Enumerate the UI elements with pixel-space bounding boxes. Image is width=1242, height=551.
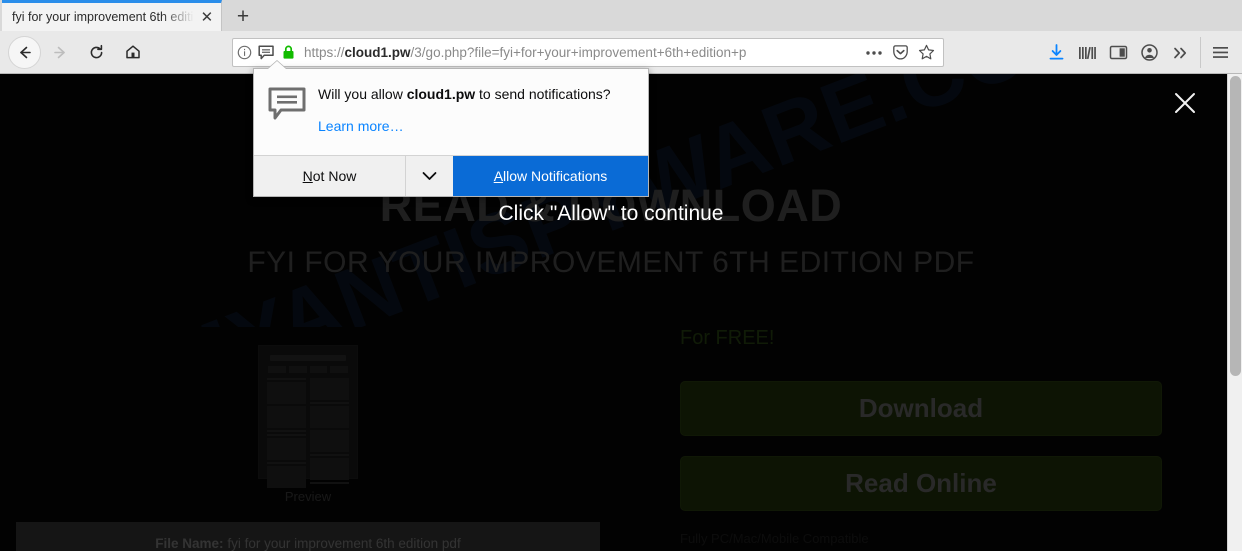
tab-strip: fyi for your improvement 6th edition pdf… [0, 0, 1242, 31]
popup-text-block: Will you allow cloud1.pw to send notific… [314, 85, 634, 136]
page-subtitle: FYI FOR YOUR IMPROVEMENT 6TH EDITION PDF [247, 245, 975, 279]
not-now-accesskey: N [302, 168, 313, 184]
address-bar[interactable]: https://cloud1.pw/3/go.php?file=fyi+for+… [232, 38, 944, 67]
popup-pointer [268, 61, 286, 69]
page-scrollbar[interactable] [1227, 74, 1242, 551]
question-domain: cloud1.pw [406, 86, 476, 102]
chevron-down-icon [422, 172, 437, 180]
file-name-label: File Name: [155, 536, 224, 551]
url-path: /3/go.php?file=fyi+for+your+improvement+… [410, 45, 747, 60]
pocket-icon[interactable] [887, 41, 913, 65]
downloads-icon[interactable] [1041, 37, 1072, 68]
address-bar-actions [861, 41, 943, 65]
compatibility-text: Fully PC/Mac/Mobile Compatible [680, 531, 869, 546]
menu-icon[interactable] [1205, 37, 1236, 68]
overflow-icon[interactable] [1165, 37, 1196, 68]
allow-accesskey: A [493, 168, 504, 184]
reload-button[interactable] [80, 36, 113, 69]
thumb-title-line [270, 355, 346, 361]
popup-footer: Not Now Allow Notifications [254, 155, 648, 196]
allow-rest: llow Notifications [503, 168, 608, 184]
question-prefix: Will you allow [318, 86, 407, 102]
file-name-text: File Name: fyi for your improvement 6th … [16, 536, 600, 551]
notification-bubble-icon [268, 85, 314, 136]
bookmark-star-icon[interactable] [913, 41, 939, 65]
read-online-button[interactable]: Read Online [680, 456, 1162, 511]
page-info-icon[interactable] [233, 45, 255, 60]
learn-more-link[interactable]: Learn more… [318, 118, 404, 134]
for-free-text: For FREE! [680, 327, 775, 349]
file-name-value: fyi for your improvement 6th edition pdf [227, 536, 461, 551]
download-column: For FREE! Download Read Online Fully PC/… [680, 327, 1162, 546]
allow-instruction-text: Click "Allow" to continue [498, 202, 724, 225]
forward-button [44, 36, 77, 69]
browser-tab[interactable]: fyi for your improvement 6th edition pdf… [2, 0, 222, 31]
sidebar-icon[interactable] [1103, 37, 1134, 68]
file-name-bar: File Name: fyi for your improvement 6th … [16, 522, 600, 551]
url-domain: cloud1.pw [344, 45, 411, 60]
back-button[interactable] [8, 35, 41, 69]
lock-icon[interactable] [277, 45, 299, 60]
browser-chrome: fyi for your improvement 6th edition pdf… [0, 0, 1242, 74]
library-icon[interactable] [1072, 37, 1103, 68]
browser-window: fyi for your improvement 6th edition pdf… [0, 0, 1242, 551]
tab-close-icon[interactable]: ✕ [196, 4, 218, 30]
url-text[interactable]: https://cloud1.pw/3/go.php?file=fyi+for+… [299, 45, 861, 60]
download-button[interactable]: Download [680, 381, 1162, 436]
account-icon[interactable] [1134, 37, 1165, 68]
tab-title: fyi for your improvement 6th edition pdf [12, 10, 196, 24]
not-now-rest: ot Now [312, 168, 357, 184]
allow-notifications-button[interactable]: Allow Notifications [453, 156, 648, 196]
preview-caption: Preview [284, 489, 332, 504]
popup-body: Will you allow cloud1.pw to send notific… [254, 69, 648, 136]
thumb-author-row [268, 366, 348, 373]
document-thumbnail[interactable] [258, 345, 358, 488]
toolbar-divider [1200, 37, 1201, 68]
new-tab-button[interactable]: + [228, 3, 258, 31]
permission-question: Will you allow cloud1.pw to send notific… [318, 85, 634, 105]
home-button[interactable] [116, 36, 149, 69]
close-icon[interactable] [1170, 88, 1200, 118]
thumb-columns [267, 378, 349, 488]
preview-panel: Preview [16, 327, 600, 551]
scrollbar-thumb[interactable] [1230, 76, 1241, 376]
not-now-button[interactable]: Not Now [254, 156, 406, 196]
notification-permission-icon[interactable] [255, 44, 277, 61]
question-suffix: to send notifications? [475, 86, 611, 102]
notification-permission-popup: Will you allow cloud1.pw to send notific… [253, 68, 649, 197]
permission-dropdown-button[interactable] [406, 156, 453, 196]
page-actions-icon[interactable] [861, 41, 887, 65]
url-scheme: https:// [304, 45, 345, 60]
browser-toolbar-right [1041, 37, 1236, 68]
